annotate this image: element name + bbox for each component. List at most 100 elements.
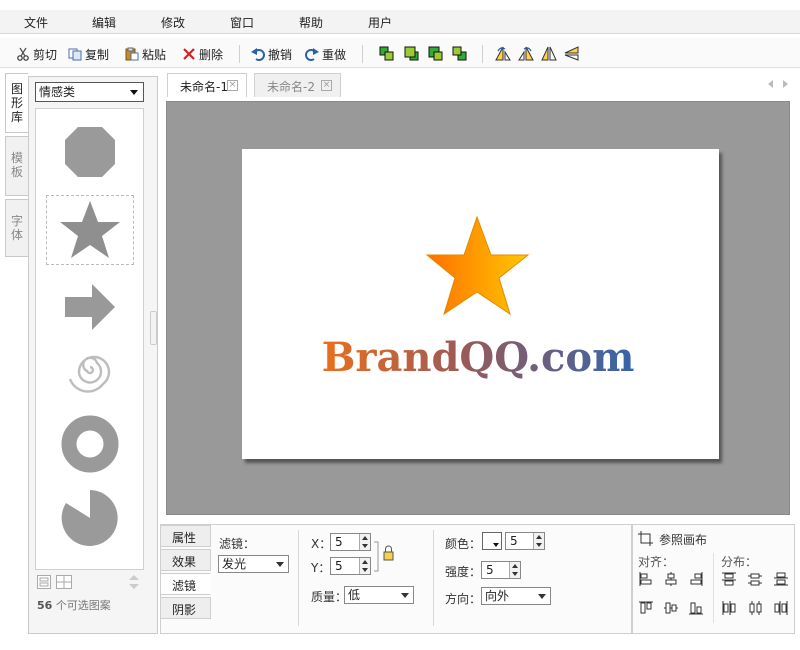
menu-bar: 文件 编辑 修改 窗口 帮助 用户: [0, 10, 800, 34]
rotate-right-icon[interactable]: [518, 46, 534, 61]
tab-shape-library-label: 图形库: [11, 82, 24, 124]
bring-to-front-icon[interactable]: [379, 46, 394, 61]
x-stepper[interactable]: 5: [330, 533, 371, 551]
list-view-icon[interactable]: [37, 575, 51, 589]
align-right-icon[interactable]: [689, 572, 703, 586]
grid-view-icon[interactable]: [56, 575, 72, 589]
panel-collapse-handle[interactable]: [150, 311, 157, 345]
shape-ring[interactable]: [46, 409, 134, 479]
close-icon[interactable]: ×: [321, 80, 332, 91]
tab-shadow[interactable]: 阴影: [160, 597, 211, 619]
distribute-left-icon[interactable]: [722, 601, 736, 615]
canvas-paper[interactable]: BrandQQ.com: [242, 149, 719, 459]
color-picker[interactable]: [482, 532, 502, 550]
scissors-icon: [17, 47, 29, 61]
delete-x-icon: [183, 48, 195, 60]
shape-pie[interactable]: [46, 483, 134, 553]
shape-arrow[interactable]: [46, 272, 134, 342]
align-left-icon[interactable]: [639, 572, 653, 586]
tab-document-2-label: 未命名-2: [267, 80, 315, 94]
flip-horizontal-icon[interactable]: [541, 46, 557, 61]
tab-filters[interactable]: 滤镜: [160, 573, 211, 595]
close-icon[interactable]: ×: [227, 80, 238, 91]
filter-value: 发光: [222, 557, 247, 571]
stepper-arrows-icon[interactable]: [359, 558, 370, 574]
copy-icon: [68, 48, 82, 61]
tab-properties[interactable]: 属性: [160, 525, 211, 547]
send-to-back-icon[interactable]: [452, 46, 467, 61]
divider: [713, 553, 714, 623]
chevron-down-icon: [276, 562, 284, 567]
menu-window[interactable]: 窗口: [230, 14, 254, 31]
chevron-down-icon: [538, 594, 546, 599]
align-center-horizontal-icon[interactable]: [664, 572, 678, 586]
rotate-left-icon[interactable]: [495, 46, 511, 61]
redo-label: 重做: [322, 47, 347, 62]
y-stepper[interactable]: 5: [330, 557, 371, 575]
send-backward-icon[interactable]: [428, 46, 443, 61]
tab-filters-label: 滤镜: [172, 579, 197, 593]
tab-templates-label: 模板: [11, 151, 24, 179]
arrow-right-shape-icon: [65, 284, 115, 330]
direction-select[interactable]: 向外: [481, 587, 551, 605]
shape-octagon[interactable]: [46, 117, 134, 187]
menu-user[interactable]: 用户: [368, 14, 392, 31]
logo-artwork[interactable]: BrandQQ.com: [242, 149, 719, 459]
tab-effects[interactable]: 效果: [160, 549, 211, 571]
pie-shape-icon: [61, 490, 118, 546]
distribute-bottom-icon[interactable]: [774, 572, 788, 586]
paste-label: 粘贴: [142, 47, 167, 62]
flip-vertical-icon[interactable]: [564, 46, 580, 61]
align-top-icon[interactable]: [639, 601, 653, 615]
menu-file[interactable]: 文件: [24, 14, 48, 31]
toolbar-separator: [362, 45, 363, 63]
logo-text[interactable]: BrandQQ.com: [322, 334, 635, 381]
copy-button[interactable]: 复制: [68, 45, 109, 63]
scroll-arrows-icon[interactable]: [128, 574, 140, 590]
shape-count: 56 个可选图案: [37, 597, 111, 613]
y-label: Y：: [311, 561, 331, 575]
stepper-arrows-icon[interactable]: [533, 533, 544, 549]
shape-spiral[interactable]: [46, 335, 134, 405]
tab-shape-library[interactable]: 图形库: [5, 73, 28, 133]
ring-shape-icon: [61, 415, 119, 473]
filter-select[interactable]: 发光: [218, 555, 289, 573]
align-middle-vertical-icon[interactable]: [664, 601, 678, 615]
align-bottom-icon[interactable]: [689, 601, 703, 615]
undo-button[interactable]: 撤销: [251, 45, 292, 63]
shape-star[interactable]: [46, 195, 134, 265]
color-stepper[interactable]: 5: [505, 532, 545, 550]
star-shape-icon: [60, 201, 120, 258]
undo-label: 撤销: [268, 47, 293, 62]
tab-fonts[interactable]: 字体: [5, 199, 28, 257]
quality-select[interactable]: 低: [344, 586, 414, 604]
paste-button[interactable]: 粘贴: [125, 45, 166, 63]
cut-button[interactable]: 剪切: [16, 45, 57, 63]
distribute-top-icon[interactable]: [722, 572, 736, 586]
redo-button[interactable]: 重做: [305, 45, 346, 63]
delete-button[interactable]: 删除: [182, 45, 223, 63]
menu-modify[interactable]: 修改: [161, 14, 185, 31]
stepper-arrows-icon[interactable]: [509, 562, 520, 578]
tab-templates[interactable]: 模板: [5, 136, 28, 196]
tab-scroll-arrows-icon[interactable]: [767, 79, 789, 89]
lock-ratio-icon[interactable]: [373, 540, 395, 574]
distribute-center-horizontal-icon[interactable]: [748, 601, 762, 615]
shape-count-number: 56: [37, 599, 53, 612]
strength-stepper[interactable]: 5: [481, 561, 521, 579]
cut-label: 剪切: [33, 47, 58, 62]
menu-help[interactable]: 帮助: [299, 14, 323, 31]
tab-document-1[interactable]: 未命名-1 ×: [167, 73, 247, 97]
bring-forward-icon[interactable]: [404, 46, 419, 61]
menu-edit[interactable]: 编辑: [92, 14, 116, 31]
x-label: X：: [311, 537, 332, 551]
reference-canvas-icon[interactable]: [638, 531, 653, 546]
logo-star[interactable]: [425, 215, 530, 316]
distribute-center-vertical-icon[interactable]: [748, 572, 762, 586]
tab-document-2[interactable]: 未命名-2 ×: [254, 73, 341, 97]
copy-label: 复制: [85, 47, 110, 62]
shape-category-select[interactable]: 情感类: [35, 82, 144, 102]
stepper-arrows-icon[interactable]: [359, 534, 370, 550]
tab-fonts-label: 字体: [11, 214, 24, 242]
distribute-right-icon[interactable]: [774, 601, 788, 615]
